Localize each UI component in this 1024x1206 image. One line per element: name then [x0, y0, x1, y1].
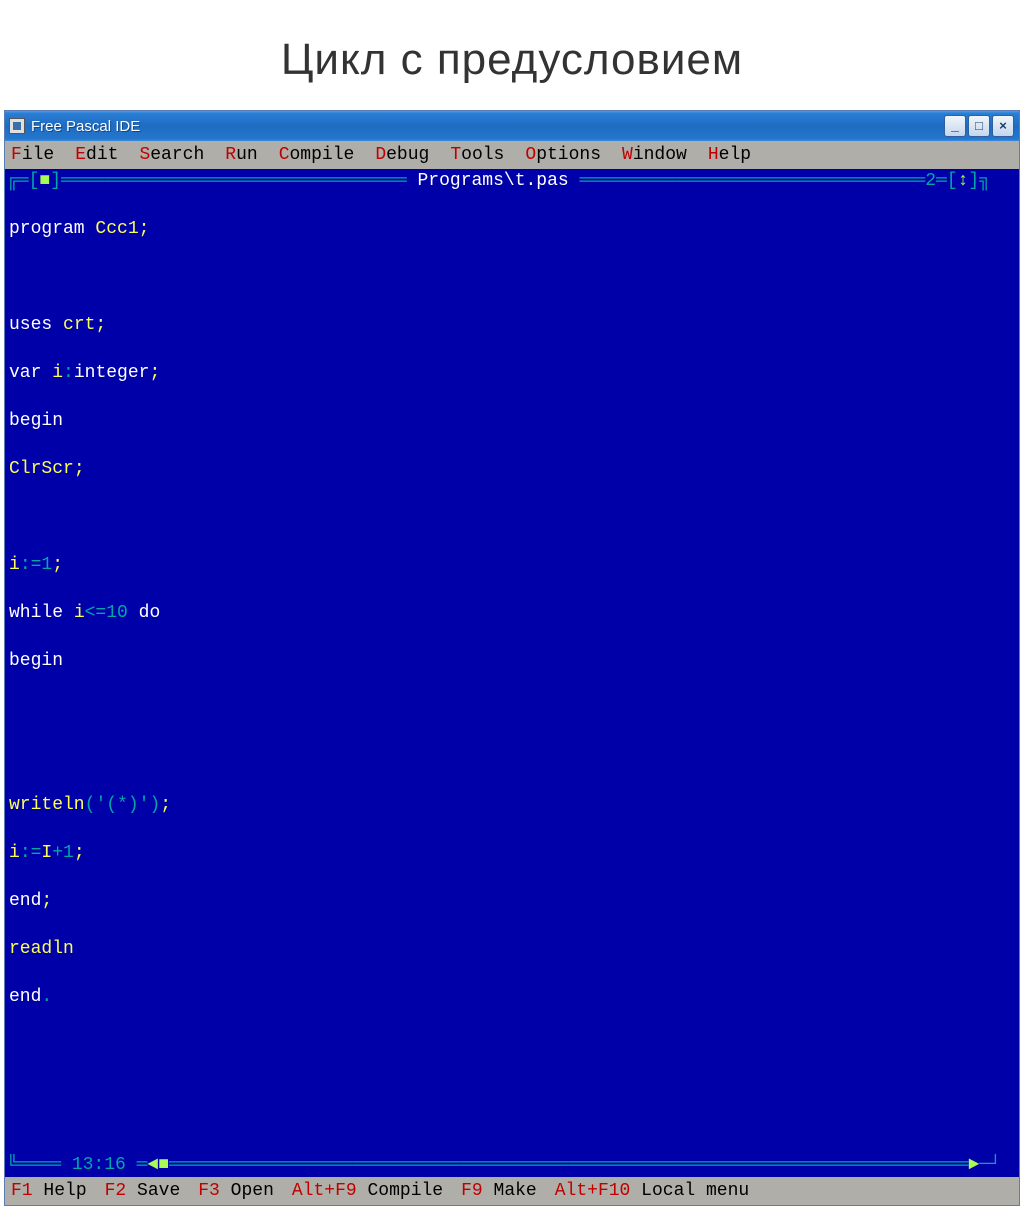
scroll-thumb-icon[interactable]: ■ [158, 1153, 169, 1177]
scroll-left-icon[interactable]: ◄ [147, 1153, 158, 1177]
editor-statusline: ╚════ 13:16 ═◄■═════════════════════════… [5, 1153, 1019, 1177]
menu-debug[interactable]: Debug [375, 144, 429, 166]
slide-title: Цикл с предусловием [0, 0, 1024, 110]
menu-options[interactable]: Options [525, 144, 601, 166]
menu-search[interactable]: Search [139, 144, 204, 166]
editor-titlebar: ╔═[■]════════════════════════════════ Pr… [5, 169, 1019, 193]
menu-help[interactable]: Help [708, 144, 751, 166]
menu-edit[interactable]: Edit [75, 144, 118, 166]
menu-run[interactable]: Run [225, 144, 257, 166]
menu-compile[interactable]: Compile [279, 144, 355, 166]
maximize-button[interactable]: □ [968, 115, 990, 137]
editor-frame: ╔═[■]════════════════════════════════ Pr… [5, 169, 1019, 1177]
statusbar: F1 Help F2 Save F3 Open Alt+F9 Compile F… [5, 1177, 1019, 1205]
cursor-position: 13:16 [72, 1153, 126, 1177]
minimize-button[interactable]: _ [944, 115, 966, 137]
menu-file[interactable]: File [11, 144, 54, 166]
editor-window-number: 2 [925, 169, 936, 193]
menu-window[interactable]: Window [622, 144, 687, 166]
status-help[interactable]: F1 Help [11, 1180, 87, 1202]
editor-close-icon[interactable]: ■ [39, 169, 50, 193]
editor-maximize-icon[interactable]: ↕ [958, 169, 969, 193]
status-open[interactable]: F3 Open [198, 1180, 274, 1202]
window-title: Free Pascal IDE [31, 118, 140, 135]
menu-tools[interactable]: Tools [450, 144, 504, 166]
app-window: Free Pascal IDE _ □ × File Edit Search R… [4, 110, 1020, 1206]
scroll-right-icon[interactable]: ► [968, 1153, 979, 1177]
menubar: File Edit Search Run Compile Debug Tools… [5, 141, 1019, 169]
titlebar[interactable]: Free Pascal IDE _ □ × [5, 111, 1019, 141]
status-compile[interactable]: Alt+F9 Compile [292, 1180, 443, 1202]
app-icon [9, 118, 25, 134]
status-save[interactable]: F2 Save [105, 1180, 181, 1202]
status-make[interactable]: F9 Make [461, 1180, 537, 1202]
status-localmenu[interactable]: Alt+F10 Local menu [555, 1180, 749, 1202]
close-button[interactable]: × [992, 115, 1014, 137]
editor-filename: Programs\t.pas [417, 169, 568, 193]
code-editor[interactable]: program Ccc1; uses crt; var i:integer; b… [5, 193, 1019, 1153]
